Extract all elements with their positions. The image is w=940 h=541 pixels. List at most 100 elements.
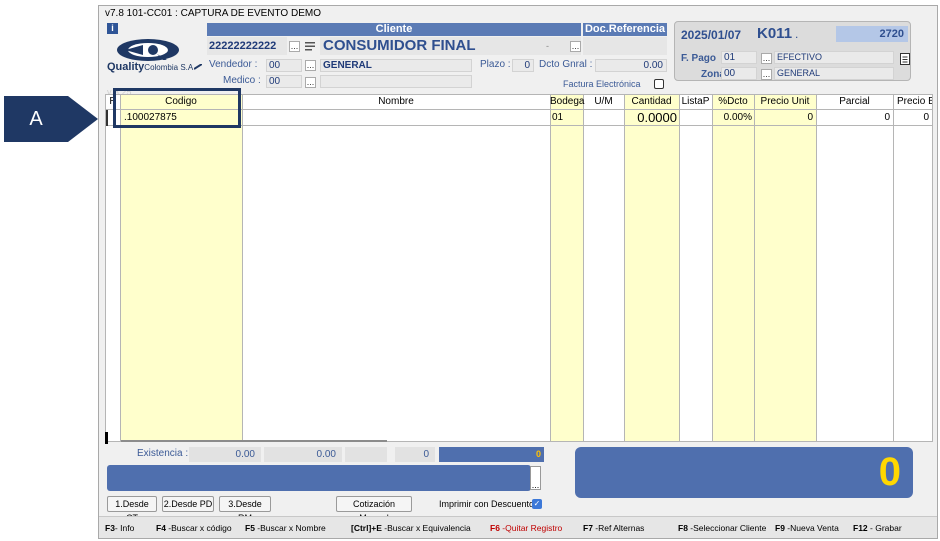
vendedor-label: Vendedor :	[209, 59, 258, 70]
shortcut-label: -Buscar x Nombre	[254, 523, 326, 533]
document-panel: 2025/01/07 K011 . 2720 F. Pago 01 ... EF…	[674, 21, 911, 81]
shortcut-label: - Grabar	[867, 523, 902, 533]
plazo-field[interactable]: 0	[512, 59, 534, 72]
codigo-highlight-box	[113, 88, 241, 128]
fpago-name-field: EFECTIVO	[774, 51, 894, 64]
horizontal-scrollbar[interactable]	[121, 440, 387, 442]
shortcut-ctrl-e[interactable]: [Ctrl]+E -Buscar x Equivalencia	[351, 523, 471, 533]
screen: A v7.8 101-CC01 : CAPTURA DE EVENTO DEMO…	[0, 0, 940, 541]
fpago-label: F. Pago	[681, 53, 717, 64]
col-divider	[754, 95, 755, 441]
logo-sub: Colombia S.A	[144, 63, 194, 72]
col-header-bodega[interactable]: Bodega	[550, 95, 584, 109]
col-divider	[712, 95, 713, 441]
cell-bodega[interactable]: 01	[552, 110, 582, 126]
col-divider	[893, 95, 894, 441]
medico-code-field[interactable]: 00	[266, 75, 302, 88]
col-header-dcto[interactable]: %Dcto	[712, 95, 754, 109]
factura-checkbox[interactable]	[654, 79, 664, 89]
existencia-field-1: 0.00	[189, 447, 261, 462]
info-icon[interactable]: i	[107, 23, 118, 34]
vendedor-code-field[interactable]: 00	[266, 59, 302, 72]
shortcut-key: F4	[156, 523, 166, 533]
consecutivo-value: 2720	[836, 26, 908, 42]
callout-label: A	[4, 96, 68, 142]
cotizacion-manual-button[interactable]: Cotización Manual	[336, 496, 412, 523]
col-header-precio-unit[interactable]: Precio Unit	[754, 95, 816, 109]
existencia-field-2: 0.00	[264, 447, 342, 462]
col-header-parcial[interactable]: Parcial	[816, 95, 893, 109]
total-display: 0	[575, 447, 913, 498]
doc-ref-prefix-field[interactable]: -	[543, 37, 567, 55]
shortcut-label: - Info	[114, 523, 135, 533]
logo-wordmark: QualityColombia S.A	[107, 61, 203, 73]
cell-precio-unit[interactable]: 0	[754, 110, 813, 126]
cliente-header: Cliente	[207, 23, 581, 36]
scroll-start-marker	[105, 432, 108, 444]
shortcut-key: F3	[105, 523, 115, 533]
col-divider	[550, 95, 551, 441]
cell-dcto[interactable]: 0.00%	[712, 110, 752, 126]
caja-dot: .	[795, 27, 799, 41]
arrow-right-icon	[68, 96, 98, 142]
shortcut-f6[interactable]: F6 -Quitar Registro	[490, 523, 562, 533]
caja-value: K011	[757, 25, 793, 42]
col-divider	[583, 95, 584, 441]
col-divider	[242, 95, 243, 441]
zona-code-field[interactable]: 00	[721, 67, 757, 80]
shortcut-bar: F3- Info F4 -Buscar x código F5 -Buscar …	[99, 516, 937, 538]
shortcut-key: F5	[245, 523, 255, 533]
shortcut-f9[interactable]: F9 -Nueva Venta	[775, 523, 839, 533]
fecha-value: 2025/01/07	[681, 28, 742, 42]
dcto-field[interactable]: 0.00	[595, 59, 667, 72]
logo-brand: Quality	[107, 61, 145, 73]
fpago-lookup-button[interactable]: ...	[761, 53, 772, 64]
cell-precio-b[interactable]: 0	[893, 110, 929, 126]
document-icon[interactable]	[899, 53, 911, 65]
col-header-listap[interactable]: ListaP	[679, 95, 712, 109]
app-window: v7.8 101-CC01 : CAPTURA DE EVENTO DEMO i…	[98, 5, 938, 539]
shortcut-key: F6	[490, 523, 500, 533]
col-divider	[679, 95, 680, 441]
doc-ref-field[interactable]	[583, 37, 667, 55]
desde-rm-button[interactable]: 3.Desde RM	[219, 496, 271, 523]
desde-pd-button[interactable]: 2.Desde PD	[162, 496, 214, 512]
shortcut-key: F7	[583, 523, 593, 533]
shortcut-f8[interactable]: F8 -Seleccionar Cliente	[678, 523, 766, 533]
existencia-field-blank	[345, 447, 387, 462]
nit-field[interactable]: 22222222222	[207, 37, 287, 55]
cantidad-column-bg	[624, 95, 679, 441]
shortcut-f12[interactable]: F12 - Grabar	[853, 523, 902, 533]
imprimir-descuento-checkbox[interactable]: ✓	[532, 499, 542, 509]
doc-ref-lookup-button[interactable]: ...	[570, 41, 581, 52]
annotation-callout: A	[4, 96, 98, 142]
plazo-label: Plazo :	[480, 59, 511, 70]
desde-ct-button[interactable]: 1.Desde CT	[107, 496, 157, 523]
nit-lookup-button[interactable]: ...	[289, 41, 300, 52]
imprimir-descuento-label: Imprimir con Descuento	[439, 499, 535, 509]
items-grid[interactable]: R Codigo Nombre Bodega U/M Cantidad List…	[105, 94, 933, 442]
col-header-cantidad[interactable]: Cantidad	[624, 95, 679, 109]
vendedor-lookup-button[interactable]: ...	[305, 60, 316, 71]
medico-name-field	[320, 75, 472, 88]
shortcut-f7[interactable]: F7 -Ref Alternas	[583, 523, 644, 533]
menu-icon[interactable]	[305, 41, 315, 51]
fpago-code-field[interactable]: 01	[721, 51, 757, 64]
zona-lookup-button[interactable]: ...	[761, 69, 772, 80]
shortcut-f3[interactable]: F3- Info	[105, 523, 134, 533]
shortcut-f5[interactable]: F5 -Buscar x Nombre	[245, 523, 326, 533]
vendedor-name-field: GENERAL	[320, 59, 472, 72]
cell-cantidad[interactable]: 0.0000	[624, 110, 677, 126]
medico-lookup-button[interactable]: ...	[305, 77, 316, 88]
cell-parcial: 0	[884, 112, 890, 123]
col-header-um[interactable]: U/M	[583, 95, 624, 109]
medico-label: Medico :	[223, 75, 261, 86]
col-header-nombre[interactable]: Nombre	[242, 95, 550, 109]
row-indicator	[106, 110, 108, 126]
cliente-name-field[interactable]: CONSUMIDOR FINAL	[320, 37, 581, 55]
existencia-field-3: 0	[395, 447, 435, 462]
shortcut-f4[interactable]: F4 -Buscar x código	[156, 523, 232, 533]
description-more-button[interactable]: ...	[530, 466, 541, 490]
col-header-precio-b[interactable]: Precio B	[893, 95, 932, 109]
shortcut-label: -Nueva Venta	[784, 523, 839, 533]
